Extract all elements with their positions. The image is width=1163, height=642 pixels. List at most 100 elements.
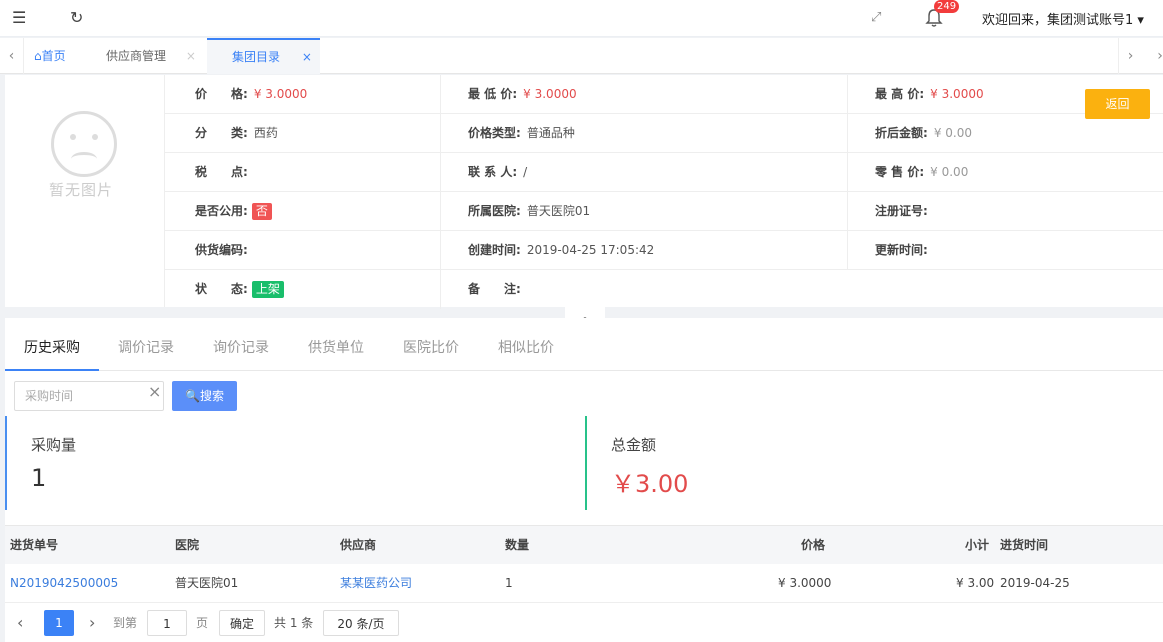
total-amount-value: ￥3.00: [611, 470, 689, 498]
col-subtotal: 小计: [965, 538, 990, 552]
order-no-link[interactable]: N2019042500005: [10, 564, 118, 603]
tax-label: 税 点:: [195, 165, 248, 179]
table-header: 进货单号 医院 供应商 数量 价格 小计 进货时间: [5, 525, 1163, 564]
page-jump-input[interactable]: 1: [147, 610, 187, 636]
table-row: N2019042500005 普天医院01 某某医药公司 1 ¥ 3.0000 …: [5, 564, 1163, 603]
price-type-label: 价格类型:: [468, 126, 521, 140]
hospital-label: 所属医院:: [468, 204, 521, 218]
confirm-button[interactable]: 确定: [219, 610, 265, 636]
status-label: 状 态:: [195, 282, 248, 296]
clear-icon[interactable]: ×: [148, 382, 161, 401]
col-hospital: 医院: [175, 538, 200, 552]
fullscreen-icon[interactable]: ⤢: [871, 8, 881, 28]
subtab-similar-compare[interactable]: 相似比价: [498, 330, 554, 371]
subtotal-cell: ¥ 3.00: [956, 576, 995, 590]
quantity-cell: 1: [505, 576, 513, 590]
subtab-purchase-history[interactable]: 历史采购: [5, 330, 99, 371]
purchase-time-cell: 2019-04-25: [1000, 576, 1070, 590]
price-label: 价 格:: [195, 87, 248, 101]
hospital-cell: 普天医院01: [175, 576, 239, 590]
next-page-icon[interactable]: ›: [89, 610, 95, 636]
sad-face-icon: [51, 111, 117, 177]
detail-row: 状 态: 上架 备 注:: [165, 270, 1163, 309]
max-price-value: ¥ 3.0000: [930, 87, 984, 101]
search-icon: 🔍: [185, 389, 200, 403]
notification-badge: 249: [934, 0, 960, 13]
page-tabs-bar: ‹ ⌂首页 供应商管理 × 集团目录 × › ›: [0, 38, 1163, 74]
discount-amount-value: ¥ 0.00: [933, 126, 972, 140]
tab-supplier-management[interactable]: 供应商管理 ×: [106, 38, 196, 74]
created-time-label: 创建时间:: [468, 243, 521, 257]
search-button[interactable]: 🔍搜索: [172, 381, 237, 411]
detail-row: 价 格: ¥ 3.0000 最 低 价: ¥ 3.0000 最 高 价: ¥ 3.00…: [165, 75, 1163, 114]
status-tag: 上架: [251, 281, 284, 298]
tab-supplier-label: 供应商管理: [106, 49, 167, 63]
close-icon[interactable]: ×: [302, 50, 312, 64]
search-button-label: 搜索: [199, 389, 224, 403]
page-size-select[interactable]: 20 条/页: [323, 610, 399, 636]
hospital-value: 普天医院01: [526, 204, 591, 218]
col-order-no: 进货单号: [10, 538, 59, 552]
prev-page-icon[interactable]: ‹: [17, 610, 23, 636]
discount-amount-label: 折后金额:: [875, 126, 928, 140]
category-value: 西药: [253, 126, 278, 140]
refresh-icon[interactable]: ↻: [70, 8, 83, 28]
total-amount-title: 总金额: [611, 436, 657, 454]
col-price: 价格: [801, 538, 826, 552]
col-quantity: 数量: [505, 538, 530, 552]
goto-label: 到第: [113, 616, 138, 630]
page-unit-label: 页: [196, 616, 209, 630]
return-button[interactable]: 返回: [1085, 89, 1150, 119]
menu-collapse-icon[interactable]: ☰: [12, 8, 26, 28]
subtab-hospital-compare[interactable]: 医院比价: [403, 330, 459, 371]
user-menu[interactable]: 欢迎回来，集团测试账号1 ▾: [982, 9, 1144, 28]
history-panel: 历史采购 调价记录 询价记录 供货单位 医院比价 相似比价 采购时间 × 🔍搜索…: [5, 318, 1163, 642]
close-icon[interactable]: ×: [186, 49, 196, 63]
is-public-tag: 否: [251, 203, 272, 220]
detail-row: 税 点: 联 系 人: / 零 售 价: ¥ 0.00: [165, 153, 1163, 192]
purchase-time-input[interactable]: 采购时间: [14, 381, 164, 411]
detail-row: 是否公用: 否 所属医院: 普天医院01 注册证号:: [165, 192, 1163, 231]
pagination: ‹ 1 › 到第 1 页 确定 共 1 条 20 条/页: [5, 608, 1163, 638]
subtab-price-adjust[interactable]: 调价记录: [118, 330, 174, 371]
tabs-more-icon[interactable]: ›: [1148, 38, 1163, 74]
purchase-qty-card: 采购量 1: [5, 416, 583, 510]
price-type-value: 普通品种: [526, 126, 575, 140]
min-price-label: 最 低 价:: [468, 87, 518, 101]
supply-code-label: 供货编码:: [195, 243, 248, 257]
page-button-current[interactable]: 1: [44, 610, 74, 636]
price-cell: ¥ 3.0000: [778, 576, 832, 590]
tab-home[interactable]: ⌂首页: [34, 38, 66, 74]
updated-time-label: 更新时间:: [875, 243, 928, 257]
subtab-inquiry[interactable]: 询价记录: [213, 330, 269, 371]
tabs-scroll-left-icon[interactable]: ‹: [0, 38, 24, 74]
retail-price-label: 零 售 价:: [875, 165, 925, 179]
detail-row: 分 类: 西药 价格类型: 普通品种 折后金额: ¥ 0.00: [165, 114, 1163, 153]
col-supplier: 供应商: [340, 538, 377, 552]
created-time-value: 2019-04-25 17:05:42: [526, 243, 655, 257]
tab-group-catalog[interactable]: 集团目录 ×: [207, 38, 320, 74]
supplier-link[interactable]: 某某医药公司: [340, 564, 412, 603]
top-bar: ☰ ↻ ⤢ 249 欢迎回来，集团测试账号1 ▾: [0, 0, 1163, 37]
registration-no-label: 注册证号:: [875, 204, 928, 218]
retail-price-value: ¥ 0.00: [930, 165, 969, 179]
is-public-label: 是否公用:: [195, 204, 248, 218]
category-label: 分 类:: [195, 126, 248, 140]
no-image-text: 暂无图片: [49, 181, 114, 199]
tabs-scroll-right-icon[interactable]: ›: [1118, 38, 1142, 74]
max-price-label: 最 高 价:: [875, 87, 925, 101]
contact-value: /: [523, 165, 528, 179]
subtab-supplier-units[interactable]: 供货单位: [308, 330, 364, 371]
total-amount-card: 总金额 ￥3.00: [585, 416, 1163, 510]
tab-group-catalog-label: 集团目录: [232, 50, 281, 64]
contact-label: 联 系 人:: [468, 165, 518, 179]
product-image-placeholder: 暂无图片: [5, 75, 165, 307]
min-price-value: ¥ 3.0000: [523, 87, 577, 101]
col-purchase-time: 进货时间: [1000, 538, 1049, 552]
detail-subtabs: 历史采购 调价记录 询价记录 供货单位 医院比价 相似比价: [5, 330, 1163, 371]
total-count: 共 1 条: [274, 616, 314, 630]
detail-row: 供货编码: 创建时间: 2019-04-25 17:05:42 更新时间:: [165, 231, 1163, 270]
product-detail-panel: 暂无图片 价 格: ¥ 3.0000 最 低 价: ¥ 3.0000 最 高 价: ¥…: [5, 75, 1163, 309]
purchase-qty-value: 1: [31, 464, 47, 492]
purchase-qty-title: 采购量: [31, 436, 77, 454]
